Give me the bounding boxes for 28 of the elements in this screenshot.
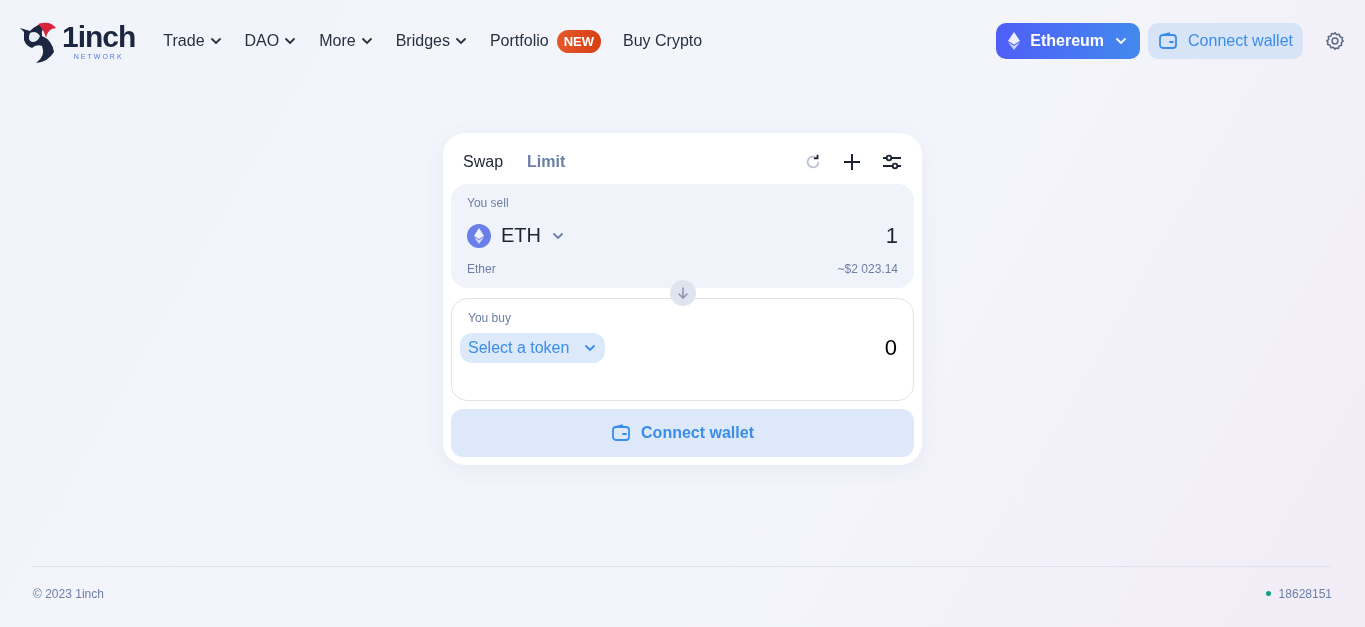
sell-label: You sell xyxy=(467,195,510,210)
nav-link[interactable]: Trade xyxy=(163,32,223,50)
settings-icon[interactable] xyxy=(1325,31,1345,51)
usd-value: ~$2 023.14 xyxy=(837,261,898,276)
block-number: 18628151 xyxy=(1278,586,1332,601)
buy-amount[interactable]: 0 xyxy=(884,334,905,361)
copyright-text: © 2023 1inch xyxy=(33,586,104,601)
network-button[interactable]: Ethereum xyxy=(996,23,1141,59)
token-name: Ether xyxy=(467,261,496,276)
wallet-icon xyxy=(1158,31,1179,51)
plus-icon[interactable] xyxy=(842,151,862,172)
nav-link[interactable]: Bridges xyxy=(395,32,468,50)
refresh-icon[interactable] xyxy=(804,152,822,171)
logo-wordmark[interactable]: 1inch xyxy=(62,22,136,52)
swap-tab[interactable]: Swap xyxy=(463,152,504,171)
nav-link[interactable]: Buy Crypto xyxy=(623,32,703,50)
wallet-icon xyxy=(611,423,632,444)
nav-link[interactable]: DAO xyxy=(244,32,298,50)
nav-link[interactable]: Portfolio NEW xyxy=(489,29,601,53)
ethereum-icon xyxy=(1008,32,1021,50)
new-badge: NEW xyxy=(556,29,601,53)
status-dot-icon xyxy=(1265,591,1271,596)
ethereum-token-icon xyxy=(467,223,491,248)
token-selector[interactable]: ETH xyxy=(467,223,565,248)
nav-link[interactable]: More xyxy=(319,32,374,50)
sell-amount[interactable]: 1 xyxy=(885,222,898,249)
swap-tab[interactable]: Limit xyxy=(527,152,566,171)
buy-label: You buy xyxy=(467,310,512,325)
